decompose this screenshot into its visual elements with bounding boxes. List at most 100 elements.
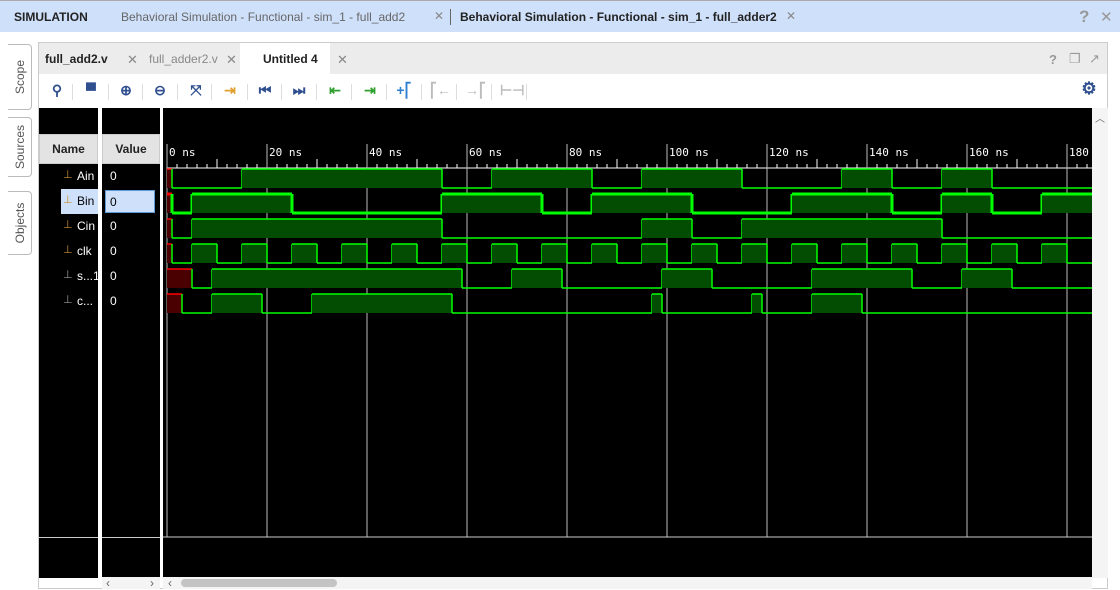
- close-icon[interactable]: ✕: [786, 9, 796, 23]
- zoom-in-icon[interactable]: ⊕: [117, 82, 135, 99]
- signal-name-row[interactable]: ⊥ Ain: [39, 164, 98, 189]
- ruler-label: 180: [1069, 146, 1089, 159]
- simulation-header: SIMULATION Behavioral Simulation - Funct…: [0, 0, 1120, 32]
- signal-name-row[interactable]: ⊥ s...1: [39, 264, 100, 289]
- tab-label: full_adder2.v: [149, 52, 218, 66]
- save-icon[interactable]: ▀: [82, 82, 100, 98]
- previous-transition-icon[interactable]: ⇤: [326, 82, 344, 99]
- value-column: Value 0 0 0 0 0 0: [102, 108, 160, 578]
- signal-name: c...: [77, 294, 94, 308]
- name-header[interactable]: Name: [39, 134, 98, 164]
- waveform-fill: [842, 244, 867, 263]
- waveform-fill: [812, 294, 862, 313]
- next-transition-icon[interactable]: ⇥: [361, 82, 379, 99]
- tab-label: Untitled 4: [263, 52, 318, 66]
- waveform-fill: [192, 219, 442, 238]
- side-tab-sources[interactable]: Sources: [8, 117, 32, 177]
- go-to-time-0-icon[interactable]: ⏮: [256, 82, 274, 99]
- waveform-fill: [642, 219, 692, 238]
- ruler-label: 100 ns: [669, 146, 709, 159]
- waveform-fill: [792, 194, 892, 213]
- waveform-canvas[interactable]: 0 ns 20 ns 40 ns 60 ns 80 ns 100 ns 120 ns 140 …: [163, 108, 1092, 577]
- divider: [421, 84, 422, 100]
- divider: [450, 9, 451, 25]
- sim-tab-full-adder2[interactable]: Behavioral Simulation - Functional - sim…: [460, 10, 777, 24]
- signal-value: 0: [110, 169, 117, 183]
- waveform-fill: [1042, 244, 1067, 263]
- sim-tab-full-add2[interactable]: Behavioral Simulation - Functional - sim…: [121, 10, 405, 24]
- divider: [108, 84, 109, 100]
- divider: [247, 84, 248, 100]
- close-icon[interactable]: ✕: [434, 9, 444, 23]
- waveform-fill: [342, 244, 367, 263]
- input-port-icon: ⊥: [63, 244, 73, 256]
- divider: [526, 84, 527, 100]
- signal-name-row[interactable]: ⊥ Cin: [39, 214, 98, 239]
- waveform-fill: [652, 294, 662, 313]
- waveform-fill: [392, 244, 417, 263]
- divider: [102, 537, 160, 538]
- divider: [177, 84, 178, 100]
- help-icon[interactable]: ?: [1079, 7, 1089, 27]
- signal-value: 0: [110, 294, 117, 308]
- zoom-fit-icon[interactable]: ⤧: [187, 82, 205, 99]
- waveform-fill: [752, 294, 762, 313]
- go-to-cursor-icon[interactable]: ⇥: [221, 82, 239, 99]
- waveform-fill: [942, 194, 992, 213]
- waveform-fill: [492, 169, 592, 188]
- divider: [281, 84, 282, 100]
- signal-name: Ain: [77, 169, 95, 183]
- waveform-fill: [742, 219, 942, 238]
- restore-icon[interactable]: ❐: [1069, 51, 1081, 67]
- signal-name-row[interactable]: ⊥ Bin: [61, 189, 98, 214]
- zoom-out-icon[interactable]: ⊖: [151, 82, 169, 99]
- section-title: SIMULATION: [14, 10, 88, 24]
- ruler-label: 160 ns: [969, 146, 1009, 159]
- tab-untitled-4[interactable]: Untitled 4: [240, 43, 330, 74]
- previous-marker-icon[interactable]: ⎡←: [430, 82, 451, 99]
- value-header[interactable]: Value: [102, 134, 160, 164]
- waveform-fill: [892, 244, 917, 263]
- editor-tabs: full_add2.v ✕ full_adder2.v ✕ Untitled 4…: [39, 43, 1107, 74]
- float-icon[interactable]: ↗: [1089, 51, 1100, 67]
- swap-cursors-icon[interactable]: ⊢⊣: [500, 82, 524, 99]
- close-icon[interactable]: ✕: [337, 52, 348, 68]
- close-icon[interactable]: ✕: [127, 52, 138, 68]
- signal-name: Bin: [77, 194, 95, 208]
- ruler-label: 20 ns: [269, 146, 302, 159]
- side-tab-label: Scope: [12, 59, 27, 95]
- close-icon[interactable]: ✕: [1100, 8, 1113, 26]
- close-icon[interactable]: ✕: [226, 52, 237, 68]
- waveform-fill: [842, 169, 892, 188]
- horizontal-scrollbar[interactable]: ‹: [163, 576, 1092, 590]
- waveform-fill: [742, 244, 767, 263]
- signal-value: 0: [110, 219, 117, 233]
- scroll-thumb[interactable]: [181, 579, 337, 587]
- waveform-fill: [792, 244, 817, 263]
- scroll-left-icon[interactable]: ‹: [168, 576, 172, 590]
- value-hscroll[interactable]: ‹ ›: [102, 577, 160, 589]
- side-tab-scope[interactable]: Scope: [8, 44, 32, 110]
- side-tab-label: Sources: [12, 124, 27, 170]
- next-marker-icon[interactable]: →⎡: [465, 82, 486, 99]
- signal-name-row[interactable]: ⊥ c...: [39, 289, 98, 314]
- gear-icon[interactable]: ⚙: [1080, 79, 1098, 99]
- add-marker-icon[interactable]: +⎡: [395, 82, 413, 99]
- waveform-fill: [312, 294, 452, 313]
- signal-name: s...1: [77, 269, 100, 283]
- side-tab-objects[interactable]: Objects: [8, 191, 32, 255]
- help-icon[interactable]: ?: [1049, 52, 1057, 67]
- waveform-fill: [212, 269, 462, 288]
- waveform-fill: [642, 169, 742, 188]
- divider: [316, 84, 317, 100]
- search-icon[interactable]: ⚲: [48, 82, 66, 99]
- signal-name-row[interactable]: ⊥ clk: [39, 239, 98, 264]
- name-column: Name ⊥ Ain ⊥ Bin ⊥ Cin ⊥ clk ⊥ s...1 ⊥ c...: [39, 108, 100, 578]
- ruler-label: 0 ns: [169, 146, 196, 159]
- waveform-fill: [942, 169, 992, 188]
- signal-value: 0: [110, 269, 117, 283]
- go-to-last-time-icon[interactable]: ⏭: [290, 82, 308, 99]
- waveform-fill: [442, 244, 467, 263]
- signal-value: 0: [105, 190, 155, 213]
- vertical-scrollbar[interactable]: ︿: [1092, 108, 1108, 578]
